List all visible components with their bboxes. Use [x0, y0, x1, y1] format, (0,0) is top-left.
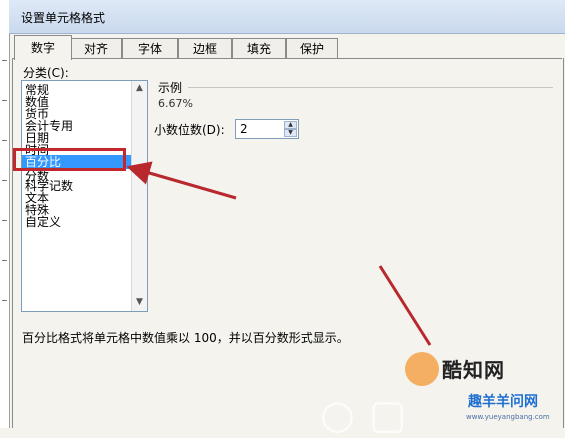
arrow-to-percentage [126, 161, 237, 200]
watermark-name-secondary: 趣羊羊问网 [468, 394, 538, 410]
watermark-name: 酷知网 [442, 358, 505, 382]
watermark-ghost: ○ ▢ [320, 392, 407, 438]
arrow-to-description [378, 265, 432, 346]
watermark-logo-icon [405, 352, 439, 386]
watermark-url: www.yueyangbang.com [466, 413, 550, 421]
tab-number[interactable]: 数字 [14, 35, 72, 60]
